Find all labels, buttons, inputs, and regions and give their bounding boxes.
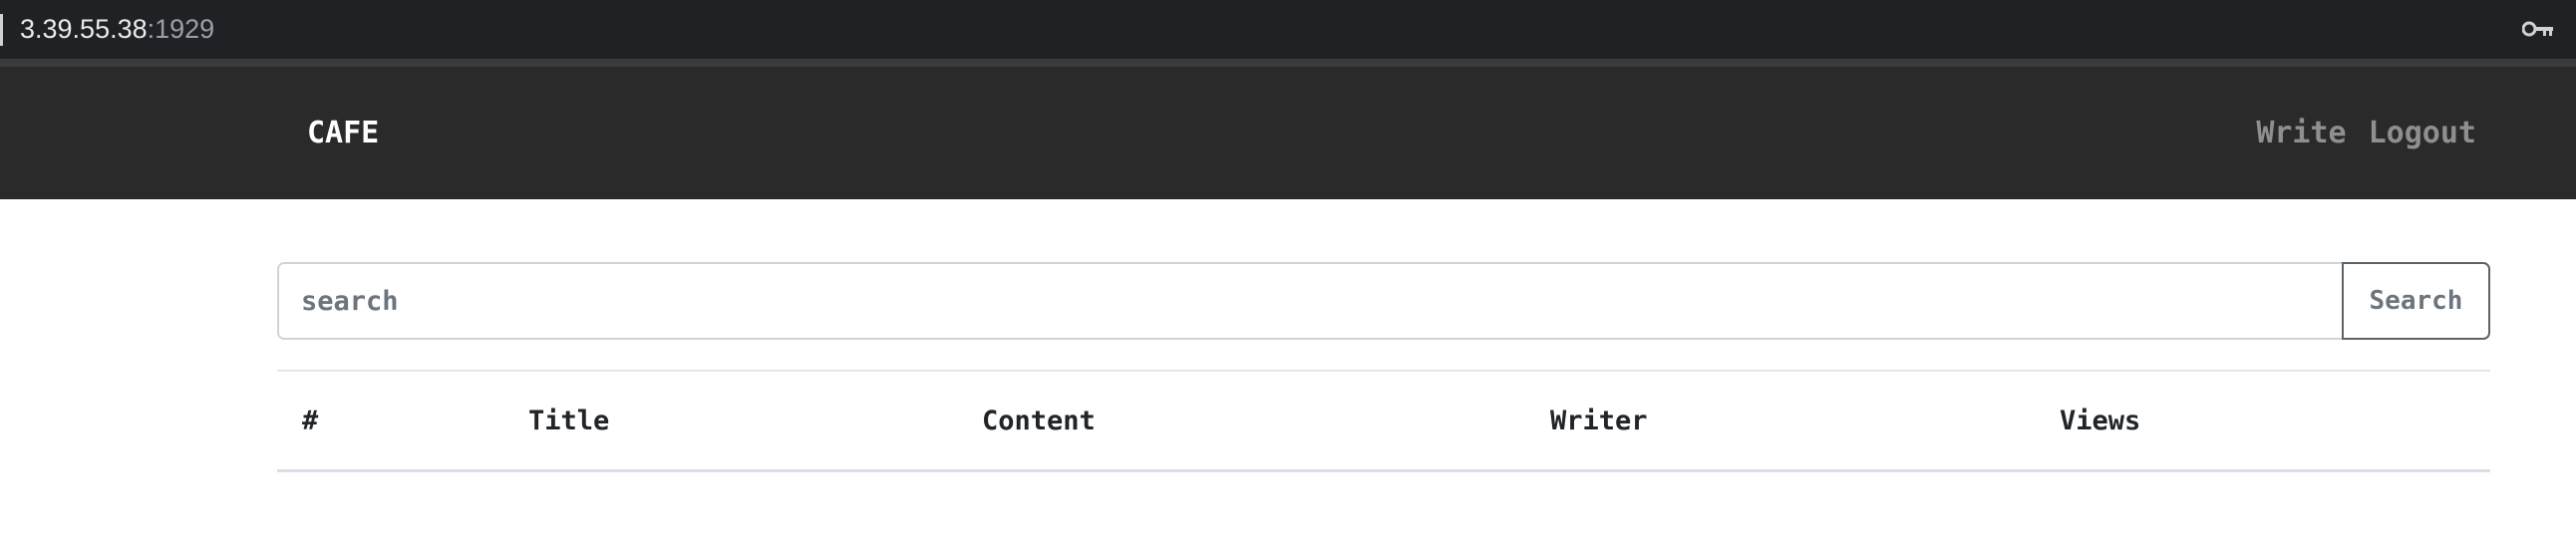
url-host: 3.39.55.38 (20, 14, 148, 44)
browser-address-bar[interactable]: 3.39.55.38:1929 (0, 0, 2576, 67)
column-header-writer: Writer (1550, 405, 1648, 436)
write-link[interactable]: Write (2256, 116, 2346, 150)
posts-table: # Title Content Writer Views (277, 370, 2490, 472)
brand-logo[interactable]: CAFE (307, 67, 379, 199)
column-header-views: Views (2060, 405, 2141, 436)
nav-links: Write Logout (2256, 67, 2476, 199)
column-header-content: Content (982, 405, 1096, 436)
search-form: Search (277, 262, 2490, 340)
column-header-number: # (302, 405, 319, 436)
search-input[interactable] (277, 262, 2342, 340)
column-header-title: Title (528, 405, 610, 436)
address-url[interactable]: 3.39.55.38:1929 (20, 0, 214, 59)
url-port: :1929 (147, 14, 215, 44)
site-navbar: CAFE Write Logout (0, 67, 2576, 199)
logout-link[interactable]: Logout (2369, 116, 2476, 150)
text-cursor (0, 14, 3, 46)
search-button[interactable]: Search (2342, 262, 2490, 340)
key-icon[interactable] (2522, 18, 2554, 40)
table-header-row: # Title Content Writer Views (277, 371, 2490, 471)
